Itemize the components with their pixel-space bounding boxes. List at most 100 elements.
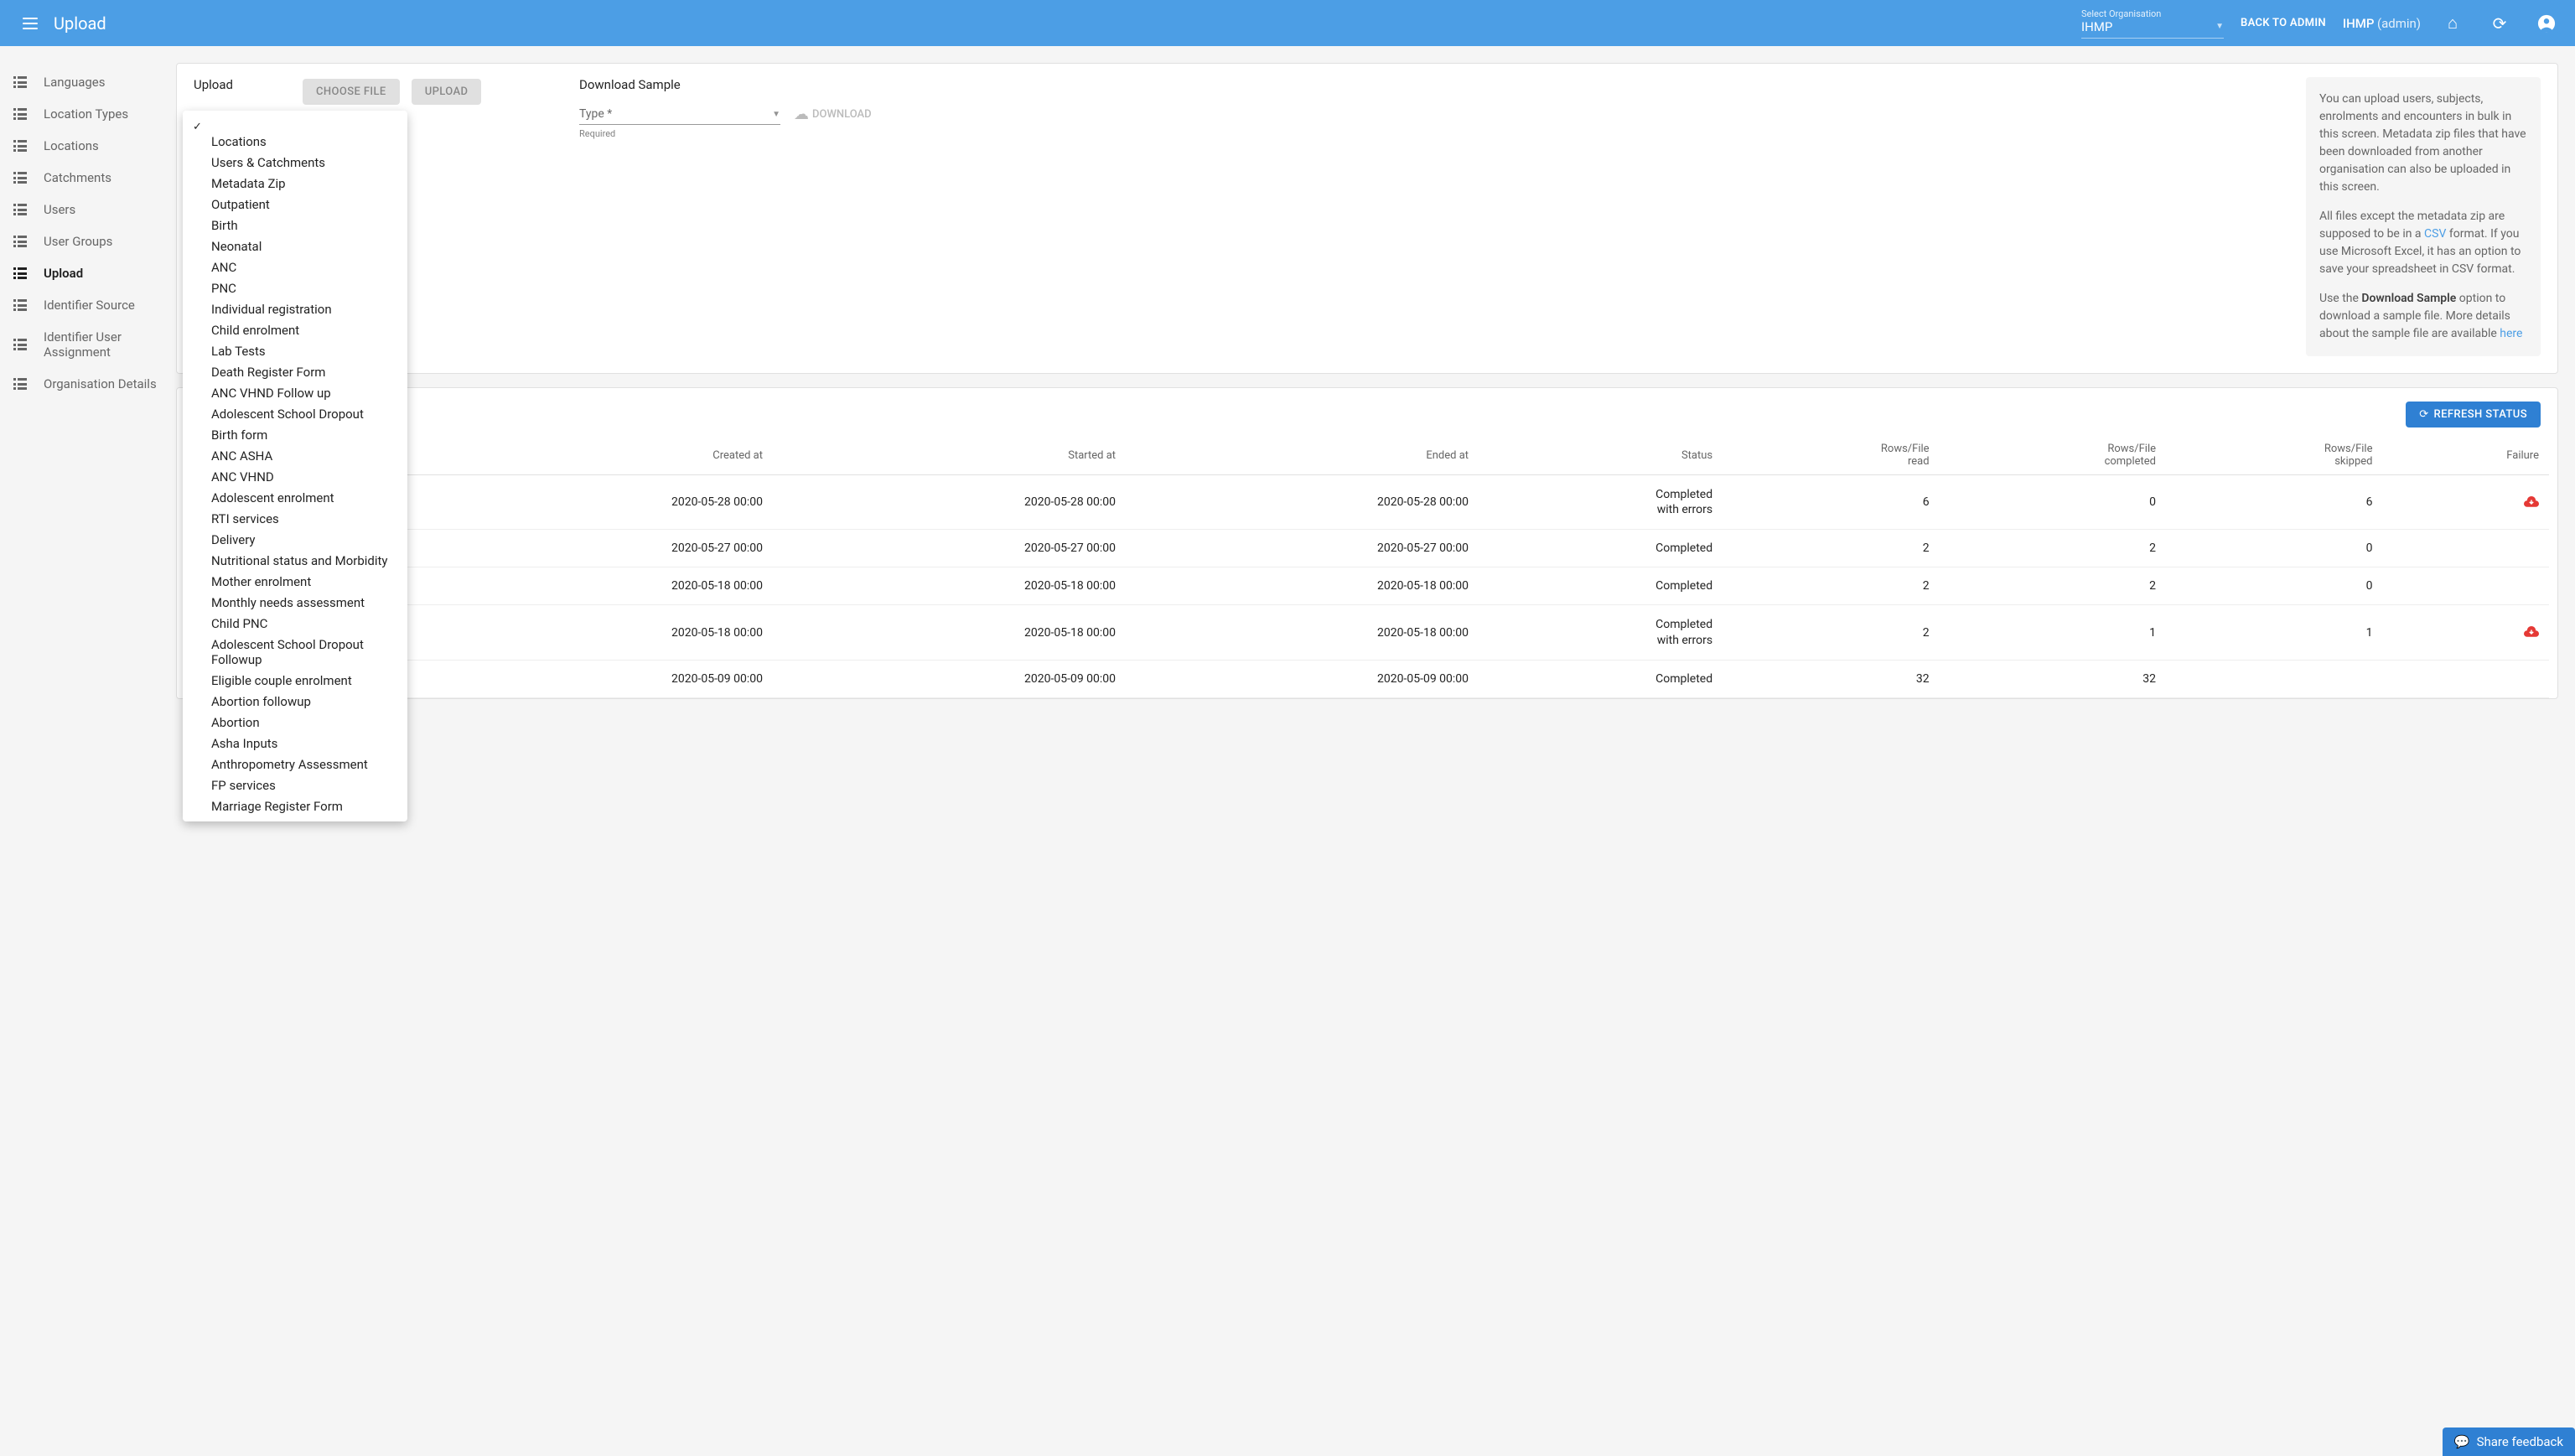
menu-button[interactable] bbox=[13, 7, 47, 40]
table-header: Failure bbox=[2382, 436, 2549, 475]
sidebar-item-label: Catchments bbox=[44, 170, 111, 185]
list-icon bbox=[13, 236, 28, 247]
dropdown-item[interactable]: Nutritional status and Morbidity bbox=[183, 550, 407, 571]
dropdown-item[interactable]: PNC bbox=[183, 277, 407, 298]
choose-file-button[interactable]: CHOOSE FILE bbox=[303, 79, 400, 105]
dropdown-item[interactable]: Marriage Register Form bbox=[183, 795, 407, 816]
dropdown-item[interactable]: ANC ASHA bbox=[183, 445, 407, 466]
type-helper-text: Required bbox=[579, 128, 780, 139]
uploads-table: Created atStarted atEnded atStatusRows/F… bbox=[185, 436, 2549, 698]
sidebar-item-label: Identifier User Assignment bbox=[44, 329, 163, 360]
upload-button[interactable]: UPLOAD bbox=[412, 79, 482, 105]
sidebar-item-label: Languages bbox=[44, 75, 106, 90]
sidebar: Languages Location Types Locations Catchmen… bbox=[0, 46, 176, 729]
chevron-down-icon: ▼ bbox=[2215, 22, 2224, 31]
cloud-download-icon: ☁ bbox=[794, 106, 809, 123]
table-row: 2020-05-28 00:00 2020-05-28 00:00 2020-0… bbox=[185, 475, 2549, 530]
back-to-admin-link[interactable]: BACK TO ADMIN bbox=[2241, 17, 2326, 29]
dropdown-item[interactable]: Locations bbox=[183, 131, 407, 152]
dropdown-item[interactable]: ANC bbox=[183, 256, 407, 277]
error-icon[interactable] bbox=[2524, 494, 2539, 511]
sidebar-item-label: Locations bbox=[44, 138, 99, 153]
dropdown-item-current[interactable] bbox=[183, 116, 407, 131]
table-header: Rows/Fileread bbox=[1723, 436, 1939, 475]
dropdown-item[interactable]: Lab Tests bbox=[183, 340, 407, 361]
table-header: Rows/Filecompleted bbox=[1940, 436, 2166, 475]
csv-link[interactable]: CSV bbox=[2424, 227, 2446, 241]
dropdown-item[interactable]: FP services bbox=[183, 775, 407, 795]
refresh-status-button[interactable]: ⟳ REFRESH STATUS bbox=[2406, 402, 2541, 427]
dropdown-item[interactable]: Abortion followup bbox=[183, 691, 407, 712]
sidebar-item-label: Organisation Details bbox=[44, 376, 157, 391]
sidebar-item-label: Location Types bbox=[44, 106, 128, 122]
dropdown-item[interactable]: RTI services bbox=[183, 508, 407, 529]
sidebar-item-languages[interactable]: Languages bbox=[0, 66, 176, 98]
dropdown-item[interactable]: ANC VHND bbox=[183, 466, 407, 487]
sidebar-item-locations[interactable]: Locations bbox=[0, 130, 176, 162]
person-circle-icon bbox=[2537, 14, 2556, 33]
upload-type-dropdown: LocationsUsers & CatchmentsMetadata ZipO… bbox=[183, 111, 407, 821]
dropdown-item[interactable]: Anthropometry Assessment bbox=[183, 754, 407, 775]
dropdown-item[interactable]: Birth form bbox=[183, 424, 407, 445]
chevron-down-icon: ▼ bbox=[772, 110, 780, 119]
refresh-icon: ⟳ bbox=[2493, 13, 2507, 34]
dropdown-item[interactable]: Adolescent School Dropout Followup bbox=[183, 634, 407, 670]
dropdown-item[interactable]: Child PNC bbox=[183, 613, 407, 634]
dropdown-item[interactable]: Birth bbox=[183, 215, 407, 236]
dropdown-item[interactable]: Outpatient bbox=[183, 194, 407, 215]
sidebar-item-user-groups[interactable]: User Groups bbox=[0, 225, 176, 257]
dropdown-item[interactable]: Monthly needs assessment bbox=[183, 592, 407, 613]
dropdown-item[interactable]: Mother enrolment bbox=[183, 571, 407, 592]
dropdown-item[interactable]: Individual registration bbox=[183, 298, 407, 319]
info-paragraph-3: Use the Download Sample option to downlo… bbox=[2319, 290, 2527, 343]
sidebar-item-identifier-user-assignment[interactable]: Identifier User Assignment bbox=[0, 321, 176, 368]
account-button[interactable] bbox=[2531, 8, 2562, 39]
here-link[interactable]: here bbox=[2500, 327, 2522, 340]
dropdown-item[interactable]: Delivery bbox=[183, 529, 407, 550]
sidebar-item-label: Identifier Source bbox=[44, 298, 135, 313]
home-button[interactable]: ⌂ bbox=[2438, 8, 2468, 39]
dropdown-item[interactable]: ANC VHND Follow up bbox=[183, 382, 407, 403]
sidebar-item-identifier-source[interactable]: Identifier Source bbox=[0, 289, 176, 321]
org-selector[interactable]: Select Organisation IHMP ▼ bbox=[2081, 8, 2224, 39]
sidebar-item-location-types[interactable]: Location Types bbox=[0, 98, 176, 130]
dropdown-item[interactable]: Adolescent School Dropout bbox=[183, 403, 407, 424]
refresh-icon: ⟳ bbox=[2419, 408, 2428, 421]
list-icon bbox=[13, 204, 28, 215]
dropdown-item[interactable]: Child enrolment bbox=[183, 319, 407, 340]
list-icon bbox=[13, 172, 28, 184]
info-paragraph-2: All files except the metadata zip are su… bbox=[2319, 208, 2527, 278]
type-select-label: Type * bbox=[579, 107, 612, 121]
list-icon bbox=[13, 339, 28, 350]
sidebar-item-users[interactable]: Users bbox=[0, 194, 176, 225]
table-header: Rows/Fileskipped bbox=[2166, 436, 2382, 475]
org-selector-value: IHMP bbox=[2081, 19, 2112, 34]
download-button[interactable]: ☁ DOWNLOAD bbox=[794, 106, 872, 123]
error-icon[interactable] bbox=[2524, 624, 2539, 641]
refresh-button[interactable]: ⟳ bbox=[2484, 8, 2515, 39]
main-content: Upload CHOOSE FILE UPLOAD Download Sampl… bbox=[176, 46, 2575, 729]
sidebar-item-upload[interactable]: Upload bbox=[0, 257, 176, 289]
dropdown-item[interactable]: Asha Inputs bbox=[183, 733, 407, 754]
top-bar: Upload Select Organisation IHMP ▼ BACK T… bbox=[0, 0, 2575, 46]
share-feedback-button[interactable]: 💬 Share feedback bbox=[2443, 1428, 2575, 1456]
download-heading: Download Sample bbox=[579, 77, 780, 92]
table-row: JSSCP.zip Metadata Zip 2020-05-09 00:00 … bbox=[185, 660, 2549, 697]
dropdown-item[interactable]: Neonatal bbox=[183, 236, 407, 256]
sidebar-item-catchments[interactable]: Catchments bbox=[0, 162, 176, 194]
sidebar-item-label: Users bbox=[44, 202, 75, 217]
table-header: Created at bbox=[420, 436, 773, 475]
list-icon bbox=[13, 267, 28, 279]
dropdown-item[interactable]: Death Register Form bbox=[183, 361, 407, 382]
type-select[interactable]: Type * ▼ bbox=[579, 104, 780, 125]
dropdown-item[interactable]: Abortion bbox=[183, 712, 407, 733]
sidebar-item-organisation-details[interactable]: Organisation Details bbox=[0, 368, 176, 400]
dropdown-item[interactable]: Adolescent enrolment bbox=[183, 487, 407, 508]
list-icon bbox=[13, 76, 28, 88]
table-header: Started at bbox=[773, 436, 1126, 475]
list-icon bbox=[13, 378, 28, 390]
dropdown-item[interactable]: Metadata Zip bbox=[183, 173, 407, 194]
dropdown-item[interactable]: Eligible couple enrolment bbox=[183, 670, 407, 691]
dropdown-item[interactable]: Users & Catchments bbox=[183, 152, 407, 173]
home-icon: ⌂ bbox=[2448, 13, 2458, 34]
